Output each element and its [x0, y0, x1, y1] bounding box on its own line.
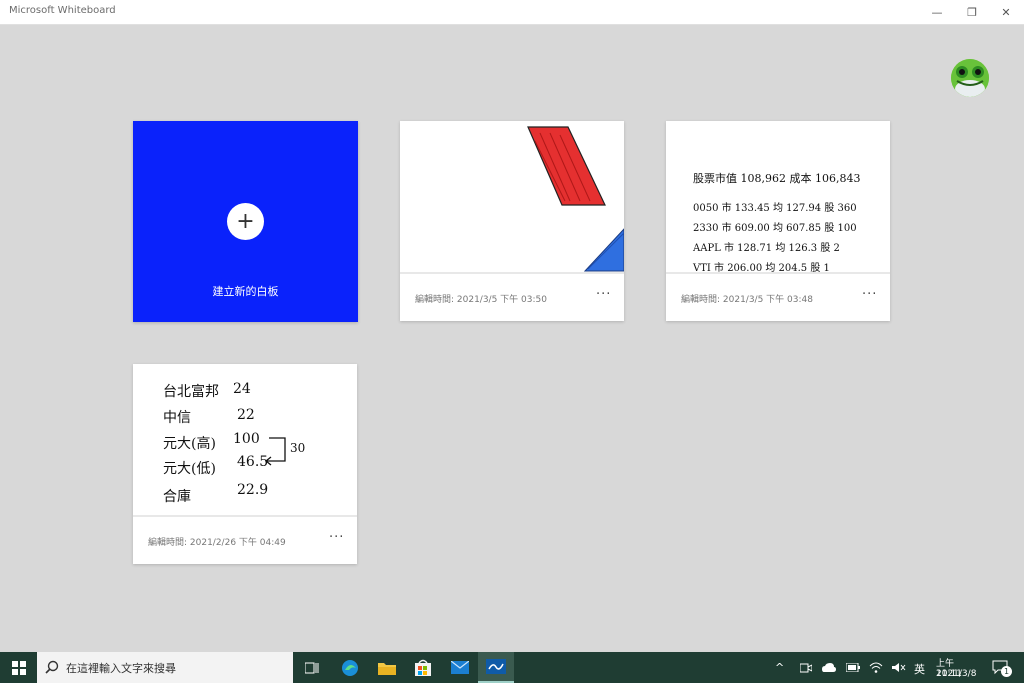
whiteboard-app-icon — [486, 659, 506, 674]
minimize-button[interactable]: — — [920, 0, 954, 24]
taskbar-store[interactable] — [408, 652, 438, 683]
board-card[interactable]: 股票市值 108,962 成本 106,843 0050 市 133.45 均 … — [666, 121, 890, 321]
notification-count-badge: 1 — [1001, 666, 1012, 677]
battery-button[interactable] — [843, 652, 863, 683]
cloud-icon — [822, 663, 836, 672]
board-edit-time: 編輯時間: 2021/3/5 下午 03:48 — [681, 295, 813, 305]
board-thumbnail: 股票市值 108,962 成本 106,843 0050 市 133.45 均 … — [666, 121, 890, 272]
board-card[interactable]: 台北富邦 24 中信 22 元大(高) 100 元大(低) 46.5 合庫 22… — [133, 364, 357, 564]
taskbar-mail[interactable] — [445, 652, 475, 683]
camera-icon — [800, 663, 812, 672]
sketch-drawing — [527, 126, 624, 272]
restore-button[interactable]: ❐ — [955, 0, 989, 24]
clock-date: 2021/3/8 — [936, 669, 977, 679]
close-icon: ✕ — [1001, 5, 1011, 19]
start-button[interactable] — [0, 652, 37, 683]
title-bar: Microsoft Whiteboard — ❐ ✕ — [0, 0, 1024, 25]
taskbar: 在這裡輸入文字來搜尋 ^ 英 上午 11:11 2021/3/8 1 — [0, 652, 1024, 683]
taskbar-search-box[interactable]: 在這裡輸入文字來搜尋 — [37, 652, 293, 683]
volume-button[interactable] — [889, 652, 909, 683]
create-board-label: 建立新的白板 — [212, 285, 279, 298]
taskbar-whiteboard-active[interactable] — [478, 652, 514, 683]
wifi-icon — [869, 662, 883, 673]
clock[interactable]: 上午 11:11 2021/3/8 — [932, 654, 982, 682]
volume-muted-icon — [892, 663, 906, 672]
bracket-drawing — [264, 437, 286, 466]
task-view-icon — [305, 662, 319, 673]
battery-icon — [846, 663, 860, 672]
more-options-button[interactable]: ··· — [596, 287, 611, 302]
meet-now-button[interactable] — [797, 652, 815, 683]
board-thumbnail — [400, 121, 624, 272]
bracket-note: 30 — [290, 441, 306, 455]
store-bag-icon — [415, 659, 431, 676]
wifi-button[interactable] — [866, 652, 886, 683]
search-icon — [45, 660, 59, 674]
action-center-button[interactable]: 1 — [988, 652, 1012, 683]
add-board-button[interactable]: + — [227, 203, 264, 240]
handwritten-line: 0050 市 133.45 均 127.94 股 360 — [693, 203, 857, 214]
taskbar-edge[interactable] — [335, 652, 365, 683]
frog-avatar-icon — [951, 59, 989, 97]
mail-icon — [451, 661, 469, 674]
handwritten-line: AAPL 市 128.71 均 126.3 股 2 — [693, 243, 840, 254]
handwritten-line: 股票市值 108,962 成本 106,843 — [693, 172, 861, 185]
task-view-button[interactable] — [298, 652, 326, 683]
handwritten-line: 2330 市 609.00 均 607.85 股 100 — [693, 223, 857, 234]
ime-indicator[interactable]: 英 — [914, 661, 925, 677]
plus-icon: + — [236, 208, 255, 234]
more-options-button[interactable]: ··· — [329, 530, 344, 545]
restore-icon: ❐ — [967, 5, 977, 19]
board-edit-time: 編輯時間: 2021/2/26 下午 04:49 — [148, 538, 286, 548]
edge-icon — [342, 659, 358, 676]
avatar[interactable] — [951, 59, 989, 97]
minimize-icon: — — [931, 5, 943, 19]
board-edit-time: 編輯時間: 2021/3/5 下午 03:50 — [415, 295, 547, 305]
create-new-board-card[interactable]: + 建立新的白板 — [133, 121, 358, 322]
board-card[interactable]: 編輯時間: 2021/3/5 下午 03:50 ··· — [400, 121, 624, 321]
board-thumbnail: 台北富邦 24 中信 22 元大(高) 100 元大(低) 46.5 合庫 22… — [133, 364, 357, 515]
handwritten-line: VTI 市 206.00 均 204.5 股 1 — [693, 263, 830, 272]
folder-icon — [378, 663, 396, 675]
taskbar-file-explorer[interactable] — [372, 652, 402, 683]
close-button[interactable]: ✕ — [989, 0, 1023, 24]
windows-logo-icon — [11, 660, 26, 675]
onedrive-button[interactable] — [819, 652, 839, 683]
search-placeholder: 在這裡輸入文字來搜尋 — [66, 662, 176, 675]
more-options-button[interactable]: ··· — [862, 287, 877, 302]
window-title: Microsoft Whiteboard — [9, 5, 116, 16]
tray-chevron-icon[interactable]: ^ — [775, 661, 784, 674]
